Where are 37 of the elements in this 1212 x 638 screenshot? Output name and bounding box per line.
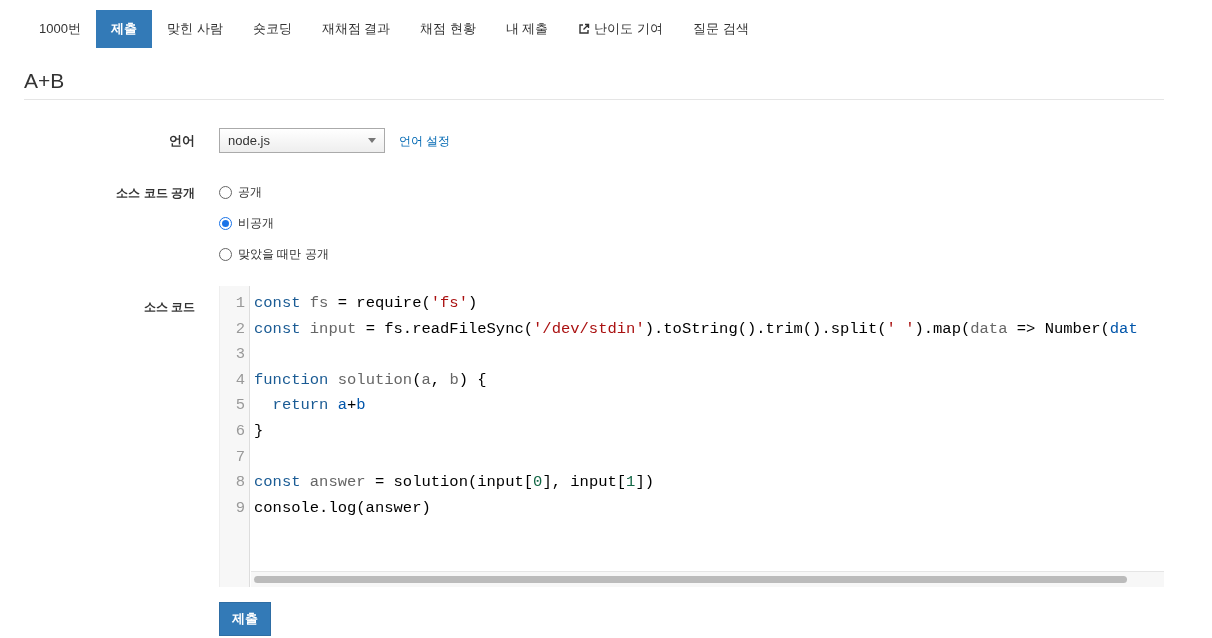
horizontal-scrollbar[interactable] [251, 571, 1164, 587]
nav-tab[interactable]: 숏코딩 [237, 10, 307, 48]
radio-option[interactable]: 맞았을 때만 공개 [219, 245, 329, 263]
code-line: return a+b [271, 396, 366, 415]
line-number: 8 [235, 473, 245, 492]
line-number: 3 [235, 345, 245, 364]
field-label: 소스 코드 공개 [116, 185, 195, 202]
line-number: 5 [235, 396, 245, 415]
nav-tab[interactable]: 채점 현황 [405, 10, 491, 48]
code-line: const input = fs.readFileSync('/dev/stdin').toString().trim().split(' ').map(data => Number(dat [254, 319, 1138, 338]
code-line: const fs = require('fs') [254, 294, 478, 312]
nav-tab[interactable]: 내 제출 [490, 10, 564, 48]
nav-tab[interactable]: 재채점 결과 [306, 10, 406, 48]
radio-option[interactable]: 공개 [219, 183, 262, 201]
language-settings-link[interactable]: 언어 설정 [399, 131, 451, 150]
code-line: console.log(answer) [254, 498, 431, 517]
language-select[interactable]: node.js [219, 128, 385, 153]
line-number: 9 [235, 498, 245, 517]
field-label: 소스 코드 [143, 299, 195, 316]
caret-icon [368, 138, 376, 143]
radio-option[interactable]: 비공개 [219, 214, 274, 232]
code-line: const answer = solution(input[0], input[1]) [254, 473, 655, 492]
nav-tab[interactable]: 난이도 기여 [563, 10, 679, 48]
line-number: 6 [235, 421, 245, 440]
problem-title: A+B [24, 68, 65, 94]
nav-tab[interactable]: 질문 검색 [678, 10, 764, 48]
code-line: } [254, 421, 264, 440]
line-number: 2 [235, 319, 245, 338]
nav-tab[interactable]: 1000번 [24, 10, 96, 48]
nav-tab[interactable]: 맞힌 사람 [151, 10, 238, 48]
line-number: 1 [235, 294, 245, 312]
nav-tab[interactable]: 제출 [95, 10, 152, 48]
line-number: 7 [235, 447, 245, 466]
submit-button[interactable]: 제출 [219, 602, 271, 636]
line-number: 4 [235, 370, 245, 389]
field-label: 언어 [169, 132, 195, 150]
code-line: function solution(a, b) { [254, 370, 487, 389]
